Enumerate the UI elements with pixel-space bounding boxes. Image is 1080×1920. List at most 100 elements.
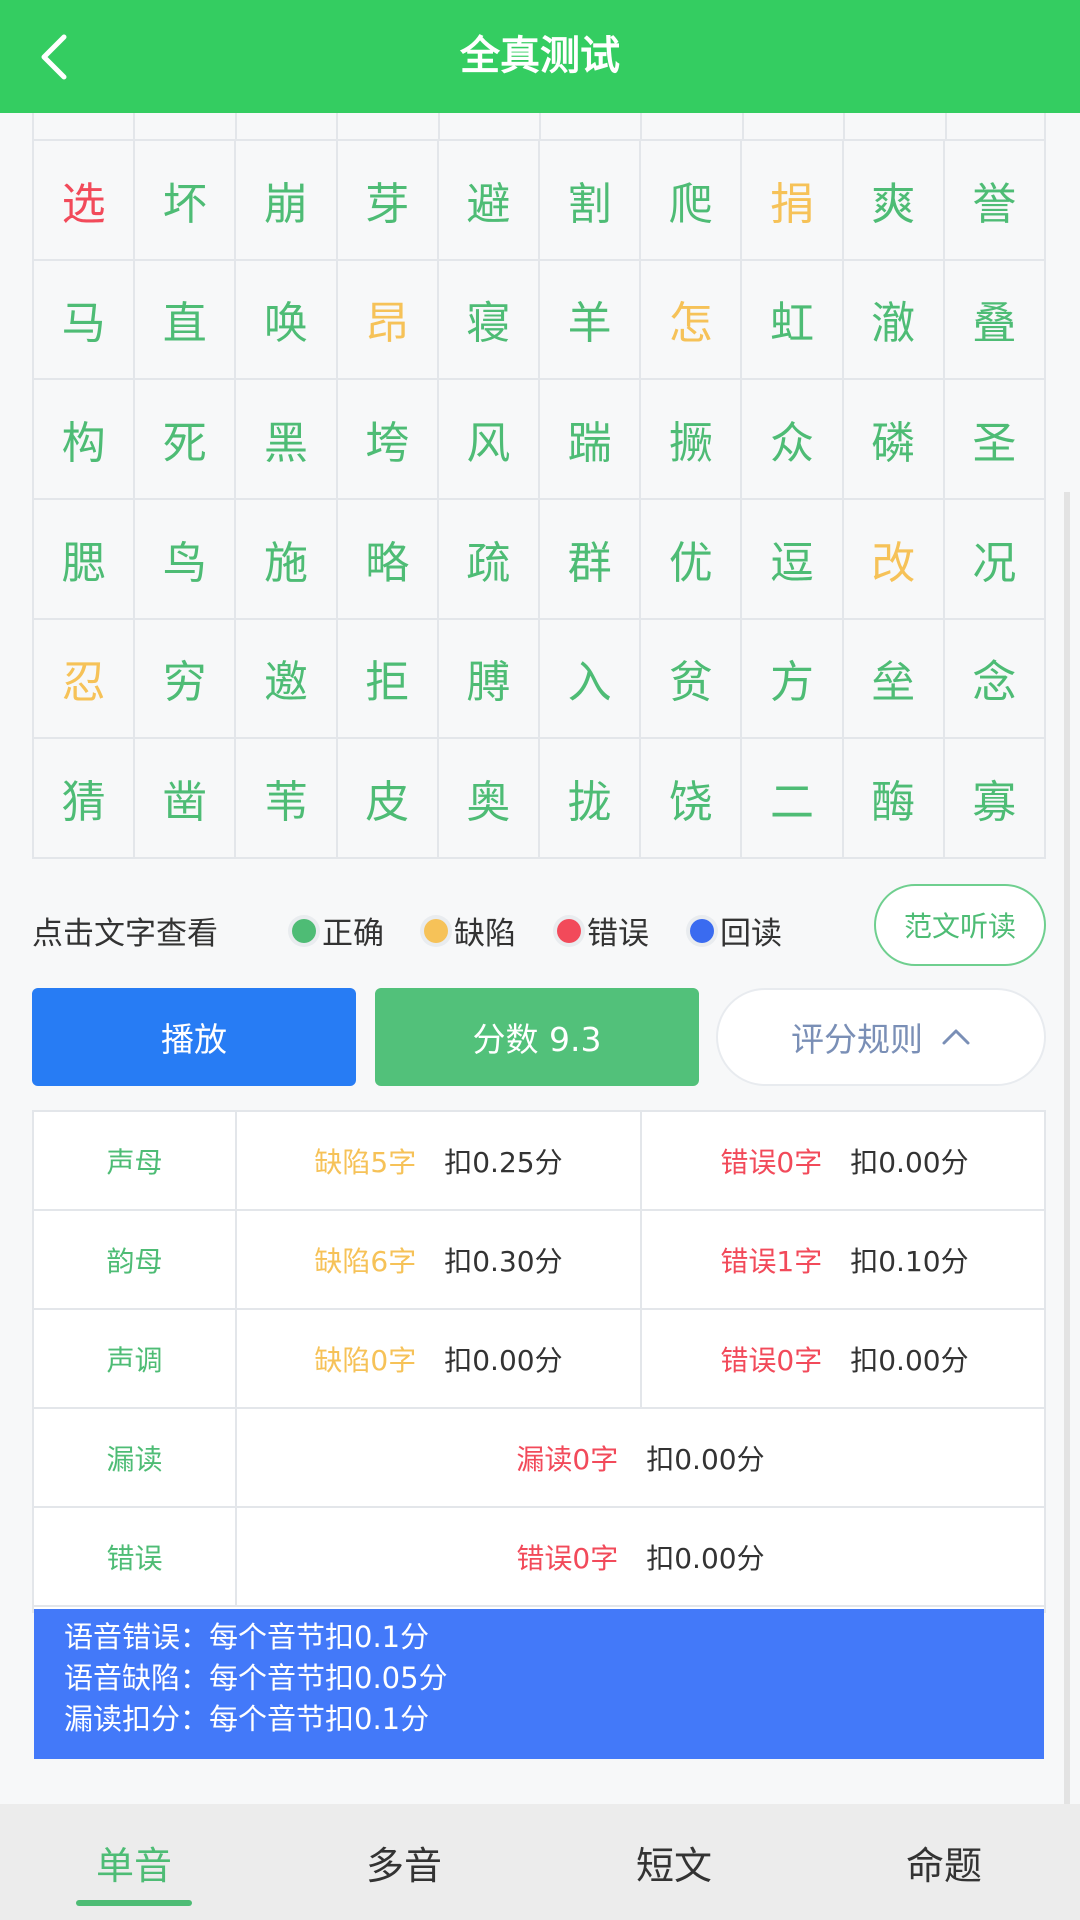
char-cell[interactable]: 崩	[236, 141, 338, 261]
char-cell[interactable]: 马	[34, 260, 136, 381]
char-cell[interactable]: 爽	[843, 141, 945, 261]
tab-label: 单音	[95, 1843, 172, 1888]
tab-short-text[interactable]: 短文	[584, 1804, 764, 1920]
play-button[interactable]: 播放	[32, 988, 356, 1086]
legend-hint: 点击文字查看	[32, 916, 218, 952]
grid-scroll-stub	[32, 113, 1046, 139]
char-cell[interactable]: 疏	[438, 499, 540, 620]
legend-error: 错误	[557, 908, 649, 953]
error-count: 错误0字	[720, 1343, 823, 1377]
char-cell[interactable]: 拒	[337, 619, 439, 740]
char-cell[interactable]: 忍	[34, 619, 136, 740]
note-line: 语音缺陷：每个音节扣0.05分	[64, 1661, 448, 1695]
char-cell[interactable]: 膊	[438, 619, 540, 740]
char-cell[interactable]: 澈	[843, 260, 945, 381]
char-cell[interactable]: 唤	[236, 260, 338, 381]
char-cell[interactable]: 腮	[34, 499, 136, 620]
char-cell[interactable]: 誉	[944, 141, 1046, 261]
table-row: 声调 缺陷0字 扣0.00分 错误0字 扣0.00分	[34, 1310, 1044, 1409]
char-cell[interactable]: 捐	[742, 141, 844, 261]
char-cell[interactable]: 构	[34, 380, 136, 500]
char-cell[interactable]: 入	[539, 619, 642, 740]
char-cell[interactable]: 叠	[944, 260, 1046, 381]
char-cell[interactable]: 昂	[337, 260, 439, 381]
char-cell[interactable]: 方	[742, 619, 844, 740]
error-count: 错误1字	[720, 1244, 823, 1278]
char-cell[interactable]: 垒	[843, 619, 945, 740]
char-cell[interactable]: 寝	[438, 260, 540, 381]
char-cell[interactable]: 垮	[337, 380, 439, 500]
char-cell[interactable]: 念	[944, 619, 1046, 740]
char-cell[interactable]: 踹	[539, 380, 642, 500]
char-cell[interactable]: 虹	[742, 260, 844, 381]
char-cell[interactable]: 选	[34, 141, 136, 261]
char-cell[interactable]: 穷	[135, 619, 237, 740]
char-cell[interactable]: 圣	[944, 380, 1046, 500]
char-cell[interactable]: 寡	[944, 739, 1046, 859]
char-cell[interactable]: 众	[742, 380, 844, 500]
rules-note: 语音错误：每个音节扣0.1分 语音缺陷：每个音节扣0.05分 漏读扣分：每个音节…	[34, 1609, 1044, 1759]
defect-deduct: 扣0.30分	[444, 1244, 563, 1278]
app-header: 全真测试	[0, 0, 1080, 113]
char-cell[interactable]: 爬	[641, 141, 743, 261]
tab-topic[interactable]: 命题	[854, 1804, 1034, 1920]
defect-cell: 缺陷5字 扣0.25分	[237, 1112, 642, 1209]
char-cell[interactable]: 逗	[742, 499, 844, 620]
legend-reread: 回读	[690, 908, 782, 953]
char-cell[interactable]: 况	[944, 499, 1046, 620]
char-cell[interactable]: 改	[843, 499, 945, 620]
green-dot-icon	[292, 918, 316, 943]
char-cell[interactable]: 贫	[641, 619, 743, 740]
legend-correct: 正确	[292, 908, 384, 953]
char-cell[interactable]: 芽	[337, 141, 439, 261]
char-cell[interactable]: 避	[438, 141, 540, 261]
note-line: 语音错误：每个音节扣0.1分	[64, 1620, 430, 1654]
scrollbar[interactable]	[1064, 492, 1070, 1804]
char-cell[interactable]: 直	[135, 260, 237, 381]
char-cell[interactable]: 二	[742, 739, 844, 859]
char-cell[interactable]: 拢	[539, 739, 642, 859]
defect-deduct: 扣0.25分	[444, 1145, 563, 1179]
char-cell[interactable]: 饶	[641, 739, 743, 859]
char-cell[interactable]: 死	[135, 380, 237, 500]
char-cell[interactable]: 酶	[843, 739, 945, 859]
char-cell[interactable]: 凿	[135, 739, 237, 859]
tab-label: 命题	[905, 1843, 982, 1888]
char-cell[interactable]: 施	[236, 499, 338, 620]
score-button[interactable]: 分数 9.3	[375, 988, 699, 1086]
table-row: 漏读 漏读0字 扣0.00分	[34, 1409, 1044, 1508]
char-cell[interactable]: 黑	[236, 380, 338, 500]
char-cell[interactable]: 风	[438, 380, 540, 500]
char-cell[interactable]: 皮	[337, 739, 439, 859]
row-label: 声调	[34, 1310, 237, 1407]
table-row: 声母 缺陷5字 扣0.25分 错误0字 扣0.00分	[34, 1112, 1044, 1211]
char-cell[interactable]: 奥	[438, 739, 540, 859]
char-cell[interactable]: 坏	[135, 141, 237, 261]
row-label: 错误	[34, 1508, 237, 1605]
char-cell[interactable]: 群	[539, 499, 642, 620]
char-cell[interactable]: 优	[641, 499, 743, 620]
legend-error-label: 错误	[587, 916, 649, 952]
bottom-tab-bar: 单音 多音 短文 命题	[0, 1804, 1080, 1920]
tab-multi[interactable]: 多音	[314, 1804, 494, 1920]
omission-cell: 漏读0字 扣0.00分	[237, 1409, 1044, 1506]
row-label: 韵母	[34, 1211, 237, 1308]
error-deduct: 扣0.00分	[850, 1343, 969, 1377]
sample-listen-button[interactable]: 范文听读	[874, 884, 1046, 966]
error-count: 错误0字	[720, 1145, 823, 1179]
char-cell[interactable]: 怎	[641, 260, 743, 381]
char-cell[interactable]: 略	[337, 499, 439, 620]
char-cell[interactable]: 猜	[34, 739, 136, 859]
char-cell[interactable]: 苇	[236, 739, 338, 859]
legend-reread-label: 回读	[720, 916, 782, 952]
char-cell[interactable]: 割	[539, 141, 642, 261]
scoring-rules-button[interactable]: 评分规则	[716, 988, 1046, 1086]
error-total-deduct: 扣0.00分	[646, 1541, 765, 1575]
legend-defect: 缺陷	[424, 908, 516, 953]
play-button-label: 播放	[161, 1020, 227, 1059]
char-cell[interactable]: 鸟	[135, 499, 237, 620]
char-cell[interactable]: 羊	[539, 260, 642, 381]
char-cell[interactable]: 撅	[641, 380, 743, 500]
char-cell[interactable]: 磷	[843, 380, 945, 500]
char-cell[interactable]: 邀	[236, 619, 338, 740]
